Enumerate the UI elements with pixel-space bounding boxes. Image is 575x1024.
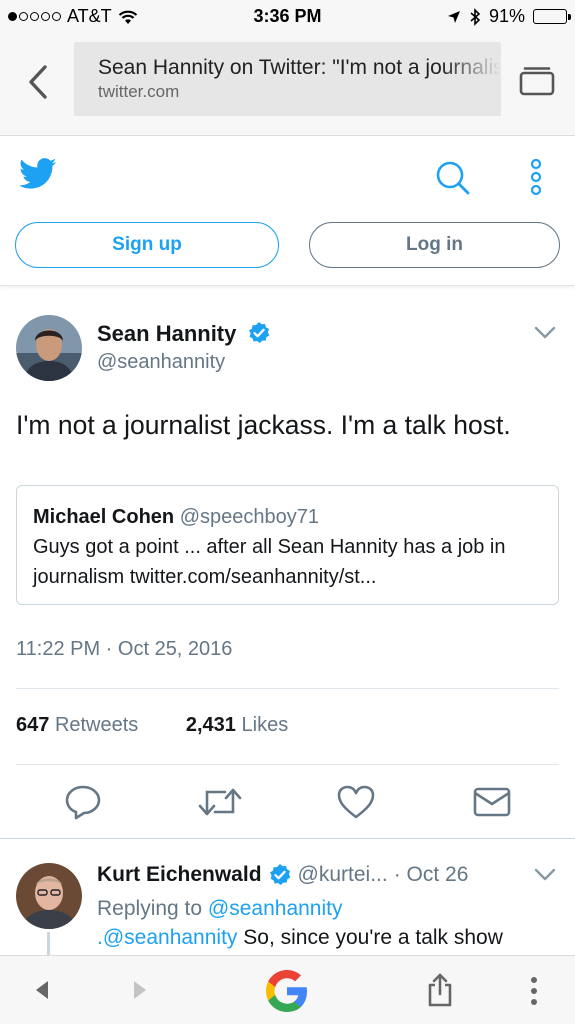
author-handle[interactable]: @seanhannity (97, 351, 225, 374)
section-divider (0, 838, 575, 839)
tweet-text: I'm not a journalist jackass. I'm a talk… (16, 410, 511, 440)
wifi-icon (118, 10, 137, 24)
back-chevron-icon[interactable] (26, 64, 50, 100)
status-bar: AT&T 3:36 PM 91% (0, 0, 575, 34)
verified-badge-icon (248, 322, 269, 343)
replying-to-link[interactable]: @seanhannity (208, 897, 343, 920)
reply-icon[interactable] (64, 783, 102, 821)
heart-icon[interactable] (336, 784, 376, 820)
google-logo-icon[interactable] (263, 967, 311, 1015)
carrier-name: AT&T (67, 6, 112, 26)
author-name[interactable]: Sean Hannity (97, 321, 271, 347)
search-icon[interactable] (435, 160, 471, 196)
quote-author-handle: @speechboy71 (179, 506, 319, 528)
reply-author-name[interactable]: Kurt Eichenwald (97, 863, 262, 887)
quote-author-name: Michael Cohen (33, 506, 175, 528)
replying-to: Replying to @seanhannity (97, 897, 343, 920)
address-bar[interactable]: Sean Hannity on Twitter: "I'm not a jour… (74, 42, 501, 116)
reply-author-handle[interactable]: @kurtei... (298, 863, 388, 887)
page-domain: twitter.com (98, 82, 180, 101)
menu-dots-icon[interactable] (528, 976, 540, 1006)
back-arrow-icon[interactable] (34, 979, 50, 1001)
likes-stat[interactable]: 2,431 Likes (186, 714, 288, 736)
tweet-timestamp[interactable]: 11:22 PM · Oct 25, 2016 (16, 638, 232, 661)
carrier-signal: AT&T (8, 6, 138, 27)
envelope-icon[interactable] (472, 786, 512, 818)
tweet-stats: 647 Retweets 2,431 Likes (16, 714, 288, 737)
twitter-header: Sign up Log in (0, 136, 575, 286)
vertical-dots-icon[interactable] (527, 158, 545, 196)
bluetooth-icon (470, 7, 481, 26)
tabs-icon[interactable] (519, 66, 555, 96)
reply-date[interactable]: · Oct 26 (394, 863, 469, 887)
reply-avatar[interactable] (16, 863, 82, 929)
quote-text: Guys got a point ... after all Sean Hann… (33, 536, 506, 588)
retweets-stat[interactable]: 647 Retweets (16, 714, 138, 736)
battery-percent: 91% (488, 6, 525, 26)
verified-badge-icon (269, 864, 290, 885)
signal-strength-icon (8, 12, 61, 21)
divider (16, 688, 559, 689)
share-icon[interactable] (426, 972, 454, 1008)
login-button[interactable]: Log in (309, 222, 560, 268)
retweet-icon[interactable] (197, 783, 243, 821)
twitter-bird-icon[interactable] (19, 158, 57, 190)
avatar[interactable] (16, 315, 82, 381)
browser-toolbar (0, 955, 575, 1024)
reply-mention-link[interactable]: .@seanhannity (97, 926, 237, 949)
forward-arrow-icon[interactable] (132, 979, 148, 1001)
page-title: Sean Hannity on Twitter: "I'm not a jour… (98, 56, 501, 79)
quoted-tweet[interactable]: Michael Cohen @speechboy71 Guys got a po… (16, 485, 559, 605)
reply-header: Kurt Eichenwald @kurtei... · Oct 26 (97, 863, 468, 887)
battery-icon (533, 9, 571, 24)
signup-button[interactable]: Sign up (15, 222, 279, 268)
browser-header: Sean Hannity on Twitter: "I'm not a jour… (0, 34, 575, 136)
chevron-down-icon[interactable] (533, 867, 557, 883)
divider (16, 764, 559, 765)
reply-text: .@seanhannity So, since you're a talk sh… (97, 926, 503, 949)
chevron-down-icon[interactable] (533, 325, 557, 341)
location-arrow-icon (447, 10, 460, 23)
